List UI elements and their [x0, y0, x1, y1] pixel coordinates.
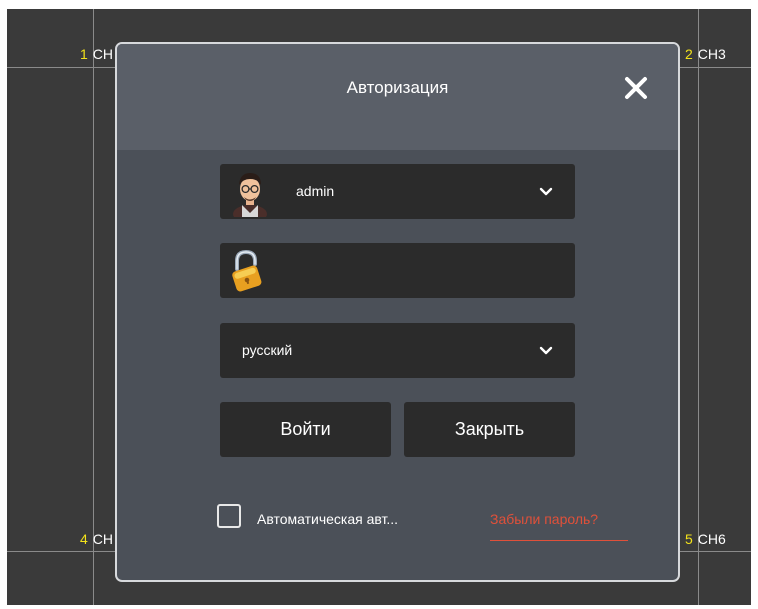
close-icon [625, 77, 647, 99]
grid-line-vertical-left [93, 9, 94, 605]
channel-name: CH6 [697, 531, 726, 547]
lock-icon [232, 249, 262, 292]
channel-name: CH [92, 531, 114, 547]
close-button[interactable]: Закрыть [404, 402, 575, 457]
username-select[interactable]: admin [220, 164, 575, 219]
auto-login-checkbox[interactable] [217, 504, 241, 528]
channel-number: 5 [685, 531, 693, 547]
dialog-header: Авторизация [117, 44, 678, 150]
chevron-down-icon [539, 187, 553, 196]
channel-label-5: 5 CH6 [685, 531, 726, 547]
chevron-down-icon [539, 346, 553, 355]
channel-number: 4 [80, 531, 88, 547]
password-field[interactable] [220, 243, 575, 298]
language-value: русский [242, 342, 293, 358]
auto-login-label: Автоматическая авт... [257, 511, 399, 527]
channel-number: 2 [685, 46, 693, 62]
grid-line-vertical-right [698, 9, 699, 605]
screen: 1 CH 2 CH3 4 CH 5 CH6 Авторизация admin … [0, 0, 758, 609]
channel-name: CH3 [697, 46, 726, 62]
login-dialog: Авторизация admin русский Войти Закрыть … [115, 42, 680, 582]
channel-number: 1 [80, 46, 88, 62]
password-input[interactable] [278, 253, 562, 290]
username-value: admin [296, 183, 335, 199]
login-button[interactable]: Войти [220, 402, 391, 457]
channel-label-2: 2 CH3 [685, 46, 726, 62]
user-avatar-icon [233, 173, 267, 217]
channel-label-4: 4 CH [80, 531, 113, 547]
language-select[interactable]: русский [220, 323, 575, 378]
channel-label-1: 1 CH [80, 46, 113, 62]
dialog-title: Авторизация [346, 78, 449, 97]
forgot-password-underline [490, 540, 628, 541]
dialog-close-button[interactable] [620, 72, 652, 104]
channel-name: CH [92, 46, 114, 62]
forgot-password-link[interactable]: Забыли пароль? [490, 511, 598, 528]
